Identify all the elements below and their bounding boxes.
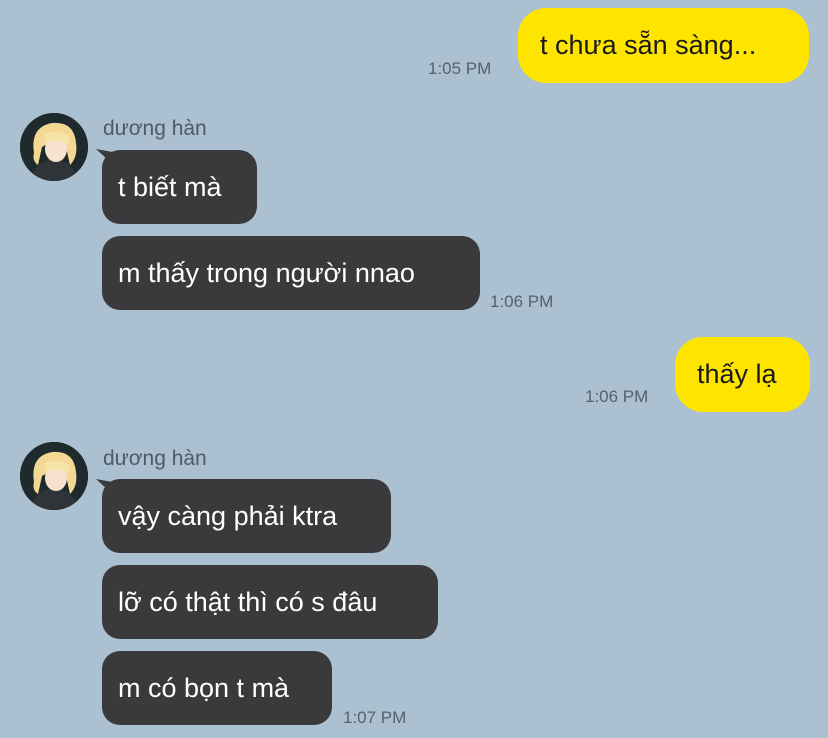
sender-name: dương hàn [103, 447, 207, 470]
their-message-bubble[interactable]: lỡ có thật thì có s đâu [102, 565, 438, 639]
my-message-bubble[interactable]: t chưa sẵn sàng... [518, 8, 809, 83]
sender-name: dương hàn [103, 117, 207, 140]
their-message-bubble[interactable]: vậy càng phải ktra [102, 479, 391, 553]
message-timestamp: 1:06 PM [490, 292, 554, 311]
contact-avatar[interactable] [20, 113, 88, 181]
profile-photo-icon [20, 113, 88, 181]
contact-avatar[interactable] [20, 442, 88, 510]
their-message-bubble[interactable]: t biết mà [102, 150, 257, 224]
their-message-bubble[interactable]: m thấy trong người nnao [102, 236, 480, 310]
my-message-bubble[interactable]: thấy lạ [675, 337, 810, 412]
their-message-bubble[interactable]: m có bọn t mà [102, 651, 332, 725]
message-timestamp: 1:06 PM [585, 387, 649, 406]
message-timestamp: 1:07 PM [343, 708, 407, 727]
message-timestamp: 1:05 PM [428, 59, 492, 78]
profile-photo-icon [20, 442, 88, 510]
